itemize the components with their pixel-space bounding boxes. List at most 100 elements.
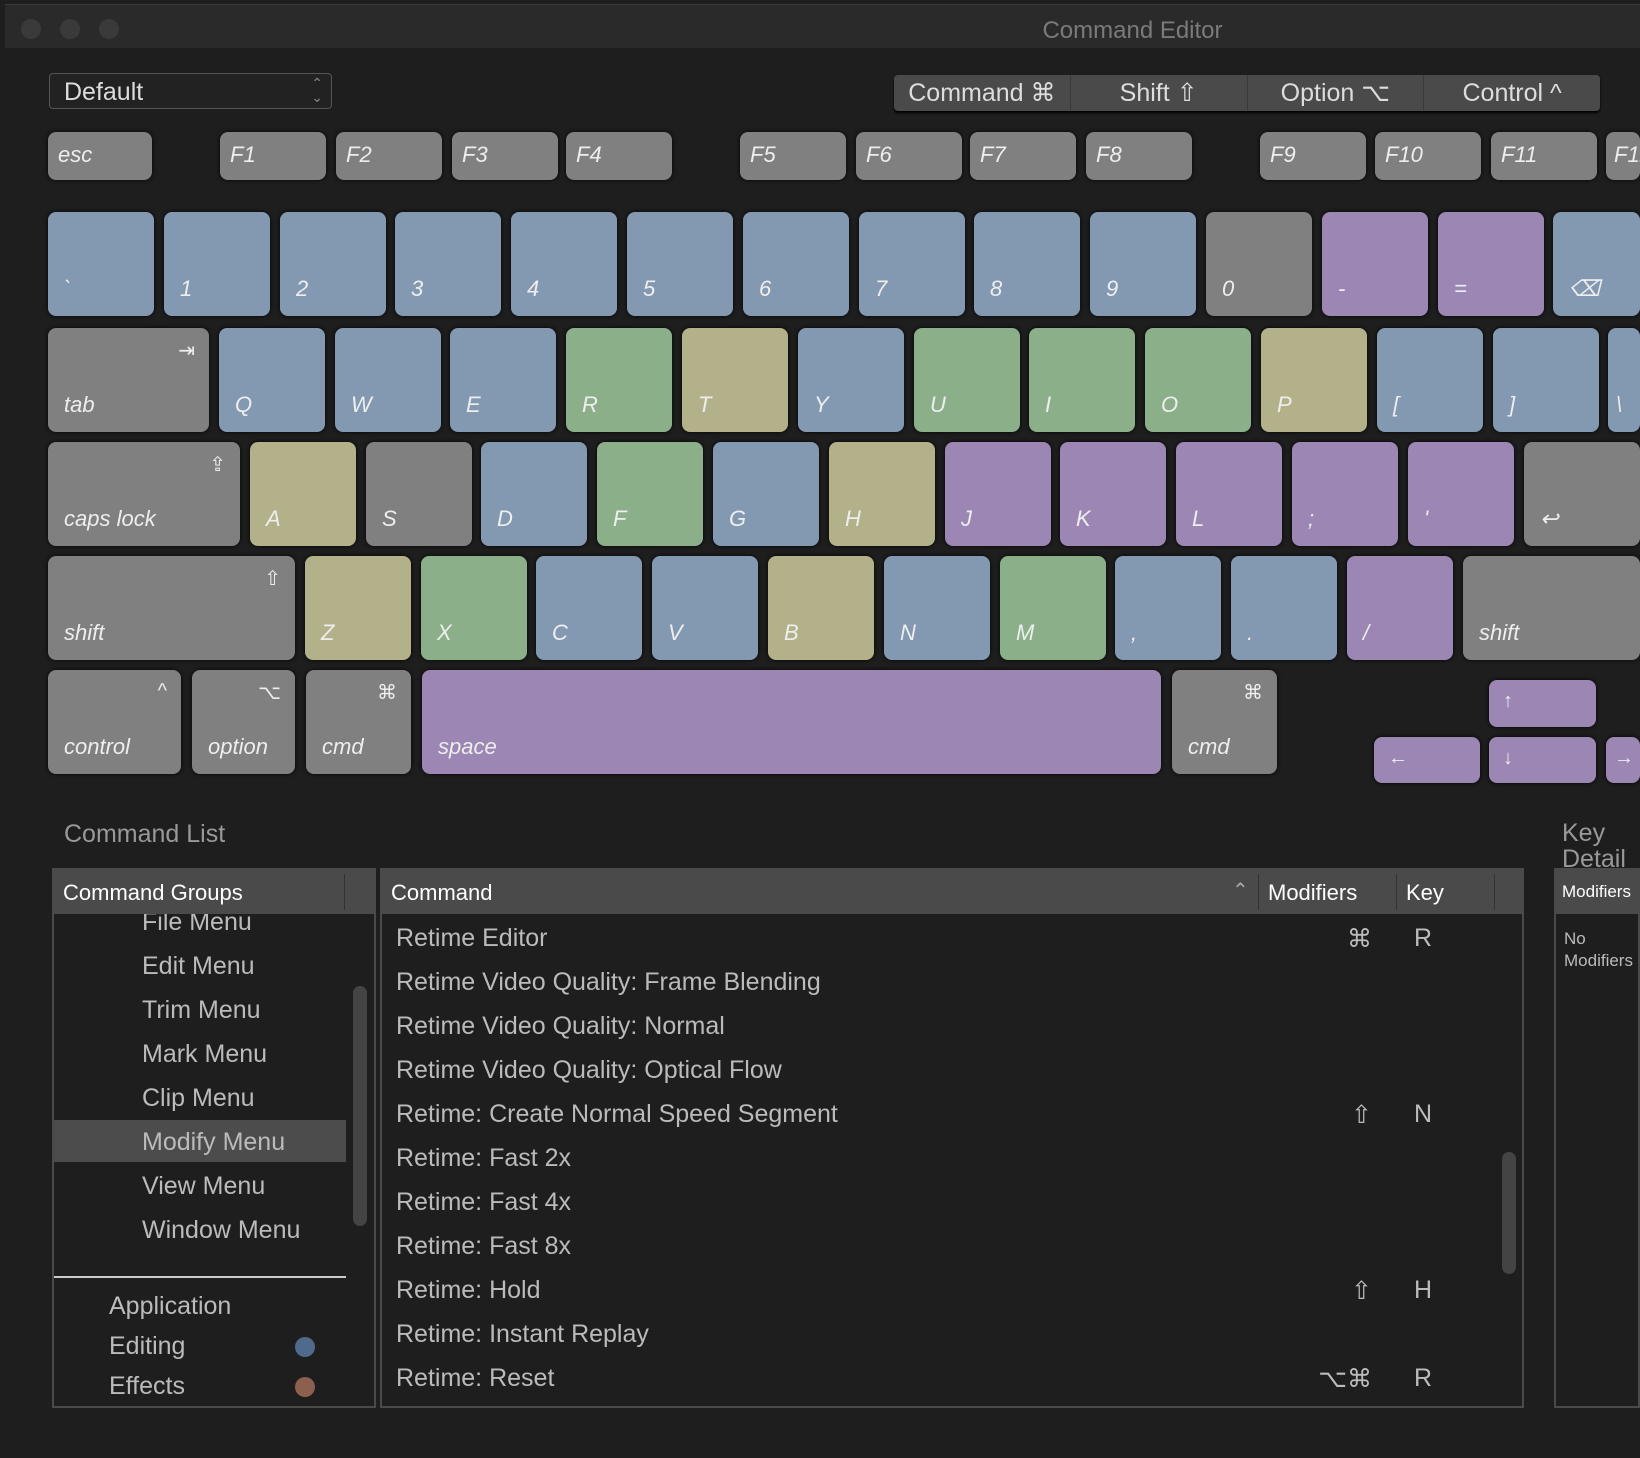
key-O[interactable]: O bbox=[1145, 328, 1251, 432]
modifier-control-button[interactable]: Control ^ bbox=[1423, 75, 1600, 111]
column-modifiers[interactable]: Modifiers bbox=[1268, 880, 1357, 906]
key-,[interactable]: , bbox=[1115, 556, 1221, 660]
modifier-command-button[interactable]: Command ⌘ bbox=[894, 75, 1070, 111]
key-A[interactable]: A bbox=[250, 442, 356, 546]
key-N[interactable]: N bbox=[884, 556, 990, 660]
group-item[interactable]: Trim Menu bbox=[54, 988, 346, 1030]
key-/[interactable]: / bbox=[1347, 556, 1453, 660]
command-row[interactable]: Retime: Instant Replay bbox=[382, 1312, 1522, 1354]
key-shift[interactable]: shift bbox=[1463, 556, 1640, 660]
key-shift[interactable]: shift ⇧ bbox=[48, 556, 295, 660]
category-item[interactable]: Application bbox=[54, 1288, 346, 1326]
key-cmd[interactable]: cmd ⌘ bbox=[306, 670, 411, 774]
key-Q[interactable]: Q bbox=[219, 328, 325, 432]
key-'[interactable]: ' bbox=[1408, 442, 1514, 546]
key-F9[interactable]: F9 bbox=[1260, 132, 1366, 180]
key-L[interactable]: L bbox=[1176, 442, 1282, 546]
group-item[interactable]: Edit Menu bbox=[54, 944, 346, 986]
key-F4[interactable]: F4 bbox=[566, 132, 672, 180]
key-Z[interactable]: Z bbox=[305, 556, 411, 660]
key-G[interactable]: G bbox=[713, 442, 819, 546]
key-F2[interactable]: F2 bbox=[336, 132, 442, 180]
key-X[interactable]: X bbox=[421, 556, 527, 660]
key-B[interactable]: B bbox=[768, 556, 874, 660]
key-F12[interactable]: F12 bbox=[1606, 132, 1640, 180]
column-command[interactable]: Command bbox=[391, 880, 492, 906]
key-J[interactable]: J bbox=[945, 442, 1051, 546]
command-row[interactable]: Retime: Reset ⌥⌘ R bbox=[382, 1356, 1522, 1398]
key-F5[interactable]: F5 bbox=[740, 132, 846, 180]
key-M[interactable]: M bbox=[1000, 556, 1106, 660]
key-0[interactable]: 0 bbox=[1206, 212, 1312, 316]
category-item[interactable]: Editing bbox=[54, 1328, 346, 1366]
key-cmd[interactable]: cmd ⌘ bbox=[1172, 670, 1277, 774]
key-S[interactable]: S bbox=[366, 442, 472, 546]
key-3[interactable]: 3 bbox=[395, 212, 501, 316]
category-item[interactable]: Effects bbox=[54, 1368, 346, 1406]
key-V[interactable]: V bbox=[652, 556, 758, 660]
sort-ascending-icon[interactable]: ⌃ bbox=[1232, 878, 1249, 903]
key-W[interactable]: W bbox=[335, 328, 441, 432]
key-R[interactable]: R bbox=[566, 328, 672, 432]
command-row[interactable]: Retime Editor ⌘ R bbox=[382, 916, 1522, 958]
command-row[interactable]: Retime Video Quality: Optical Flow bbox=[382, 1048, 1522, 1090]
key-F7[interactable]: F7 bbox=[970, 132, 1076, 180]
group-item[interactable]: Clip Menu bbox=[54, 1076, 346, 1118]
key-K[interactable]: K bbox=[1060, 442, 1166, 546]
group-item[interactable]: Window Menu bbox=[54, 1208, 346, 1250]
key-F3[interactable]: F3 bbox=[452, 132, 558, 180]
key-9[interactable]: 9 bbox=[1090, 212, 1196, 316]
key-`[interactable]: ` bbox=[48, 212, 154, 316]
command-row[interactable]: Retime: Fast 2x bbox=[382, 1136, 1522, 1178]
key-;[interactable]: ; bbox=[1292, 442, 1398, 546]
key-.[interactable]: . bbox=[1231, 556, 1337, 660]
key-control[interactable]: control ^ bbox=[48, 670, 181, 774]
key-F1[interactable]: F1 bbox=[220, 132, 326, 180]
preset-dropdown[interactable]: Default ⌃ ⌄ bbox=[49, 73, 332, 109]
key--[interactable]: - bbox=[1322, 212, 1428, 316]
key-Y[interactable]: Y bbox=[798, 328, 904, 432]
groups-scrollbar[interactable] bbox=[353, 986, 367, 1226]
key-2[interactable]: 2 bbox=[280, 212, 386, 316]
key-↩[interactable]: ↩ bbox=[1524, 442, 1640, 546]
key-=[interactable]: = bbox=[1438, 212, 1544, 316]
key-5[interactable]: 5 bbox=[627, 212, 733, 316]
key-⌫[interactable]: ⌫ bbox=[1553, 212, 1640, 316]
command-row[interactable]: Retime: Fast 8x bbox=[382, 1224, 1522, 1266]
key-caps-lock[interactable]: caps lock ⇪ bbox=[48, 442, 240, 546]
key-tab[interactable]: tab ⇥ bbox=[48, 328, 209, 432]
key-space[interactable]: space bbox=[422, 670, 1161, 774]
key-8[interactable]: 8 bbox=[974, 212, 1080, 316]
command-row[interactable]: Retime Video Quality: Normal bbox=[382, 1004, 1522, 1046]
commands-scrollbar[interactable] bbox=[1502, 1152, 1516, 1274]
modifier-option-button[interactable]: Option ⌥ bbox=[1246, 75, 1424, 111]
key-F11[interactable]: F11 bbox=[1491, 132, 1597, 180]
key-\[interactable]: \ bbox=[1608, 328, 1640, 432]
modifier-shift-button[interactable]: Shift ⇧ bbox=[1069, 75, 1247, 111]
key-F8[interactable]: F8 bbox=[1086, 132, 1192, 180]
key-←[interactable]: ← bbox=[1374, 737, 1480, 783]
key-I[interactable]: I bbox=[1029, 328, 1135, 432]
key-D[interactable]: D bbox=[481, 442, 587, 546]
key-→[interactable]: → bbox=[1606, 737, 1640, 783]
key-H[interactable]: H bbox=[829, 442, 935, 546]
key-option[interactable]: option ⌥ bbox=[192, 670, 295, 774]
key-C[interactable]: C bbox=[536, 556, 642, 660]
key-esc[interactable]: esc bbox=[48, 132, 152, 180]
key-F[interactable]: F bbox=[597, 442, 703, 546]
group-item[interactable]: View Menu bbox=[54, 1164, 346, 1206]
key-4[interactable]: 4 bbox=[511, 212, 617, 316]
key-][interactable]: ] bbox=[1493, 328, 1599, 432]
command-row[interactable]: Retime: Hold ⇧ H bbox=[382, 1268, 1522, 1310]
key-[[interactable]: [ bbox=[1377, 328, 1483, 432]
key-↑[interactable]: ↑ bbox=[1489, 680, 1596, 727]
key-P[interactable]: P bbox=[1261, 328, 1367, 432]
key-T[interactable]: T bbox=[682, 328, 788, 432]
key-7[interactable]: 7 bbox=[859, 212, 965, 316]
key-F6[interactable]: F6 bbox=[856, 132, 962, 180]
group-item[interactable]: Mark Menu bbox=[54, 1032, 346, 1074]
key-6[interactable]: 6 bbox=[743, 212, 849, 316]
key-1[interactable]: 1 bbox=[164, 212, 270, 316]
column-key[interactable]: Key bbox=[1406, 880, 1444, 906]
command-row[interactable]: Retime: Fast 4x bbox=[382, 1180, 1522, 1222]
